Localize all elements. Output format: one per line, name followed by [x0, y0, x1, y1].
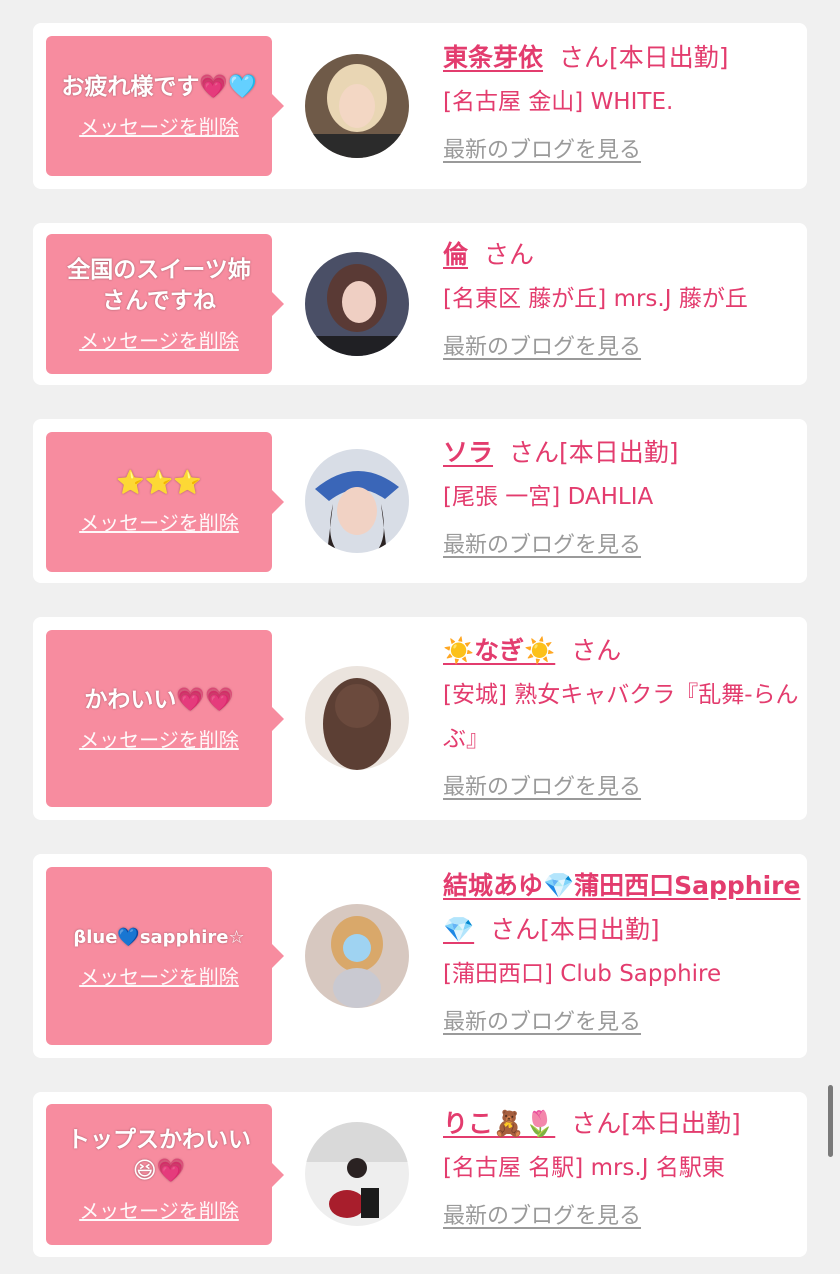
honorific: さん [571, 1109, 622, 1138]
latest-blog-link[interactable]: 最新のブログを見る [443, 769, 641, 801]
shop-info: [名古屋 名駅] mrs.J 名駅東 [443, 1155, 725, 1181]
message-text: お疲れ様です💗🩵 [61, 74, 257, 100]
cast-info: 東条芽依 さん[本日出勤] [名古屋 金山] WHITE. 最新のブログを見る [443, 36, 803, 164]
message-bubble: お疲れ様です💗🩵 メッセージを削除 [46, 36, 284, 176]
delete-message-link[interactable]: メッセージを削除 [79, 111, 239, 140]
shop-info: [尾張 一宮] DAHLIA [443, 484, 654, 510]
honorific: さん [559, 43, 610, 72]
shop-info: [蒲田西口] Club Sapphire [443, 961, 722, 987]
cast-name-link[interactable]: ソラ [443, 438, 493, 467]
message-card: 全国のスイーツ姉さんですね メッセージを削除 倫さん [名東区 藤が丘] mrs… [33, 223, 807, 385]
delete-message-link[interactable]: メッセージを削除 [79, 325, 239, 354]
message-text: 全国のスイーツ姉さんですね [67, 256, 251, 314]
cast-info: 倫さん [名東区 藤が丘] mrs.J 藤が丘 最新のブログを見る [443, 233, 803, 361]
delete-message-link[interactable]: メッセージを削除 [79, 1195, 239, 1224]
message-bubble: かわいい💗💗 メッセージを削除 [46, 630, 284, 807]
latest-blog-link[interactable]: 最新のブログを見る [443, 1198, 641, 1230]
latest-blog-link[interactable]: 最新のブログを見る [443, 1004, 641, 1036]
shop-info: [名古屋 金山] WHITE. [443, 89, 674, 115]
avatar[interactable] [305, 54, 409, 158]
message-card: かわいい💗💗 メッセージを削除 ☀️なぎ☀️ さん [安城] 熟女キャバクラ『乱舞… [33, 617, 807, 820]
cast-info: りこ🧸🌷 さん[本日出勤] [名古屋 名駅] mrs.J 名駅東 最新のブログを見… [443, 1102, 803, 1230]
honorific: さん [484, 240, 535, 269]
scrollbar[interactable] [828, 1085, 833, 1157]
honorific: さん [490, 915, 541, 944]
cast-info: 結城あゆ💎蒲田西口Sapphire💎 さん[本日出勤] [蒲田西口] Club S… [443, 864, 803, 1036]
latest-blog-link[interactable]: 最新のブログを見る [443, 132, 641, 164]
cast-name-link[interactable]: りこ🧸🌷 [443, 1109, 555, 1138]
message-card: βlue💙sapphire☆ メッセージを削除 結城あゆ💎蒲田西口Sapphir… [33, 854, 807, 1058]
message-card: お疲れ様です💗🩵 メッセージを削除 東条芽依 さん[本日出勤] [名古屋 金山] … [33, 23, 807, 189]
message-text: βlue💙sapphire☆ [73, 927, 245, 948]
shop-info: [安城] 熟女キャバクラ『乱舞-らんぶ』 [443, 682, 799, 752]
message-card: ⭐⭐⭐ メッセージを削除 ソラ さん[本日出勤] [尾張 一宮] DAHLIA 最… [33, 419, 807, 583]
cast-info: ☀️なぎ☀️ さん [安城] 熟女キャバクラ『乱舞-らんぶ』 最新のブログを見る [443, 629, 803, 801]
message-text: ⭐⭐⭐ [116, 470, 202, 496]
cast-name-link[interactable]: 東条芽依 [443, 43, 543, 72]
avatar[interactable] [305, 449, 409, 553]
message-bubble: トップスかわいい😆💗 メッセージを削除 [46, 1104, 284, 1245]
avatar[interactable] [305, 1122, 409, 1226]
cast-name-link[interactable]: 倫 [443, 240, 468, 269]
delete-message-link[interactable]: メッセージを削除 [79, 507, 239, 536]
avatar[interactable] [305, 252, 409, 356]
status-badge: [本日出勤] [621, 1109, 741, 1138]
cast-name-link[interactable]: ☀️なぎ☀️ [443, 636, 555, 665]
status-badge: [本日出勤] [540, 915, 660, 944]
latest-blog-link[interactable]: 最新のブログを見る [443, 527, 641, 559]
latest-blog-link[interactable]: 最新のブログを見る [443, 329, 641, 361]
message-bubble: 全国のスイーツ姉さんですね メッセージを削除 [46, 234, 284, 374]
delete-message-link[interactable]: メッセージを削除 [79, 961, 239, 990]
status-badge: [本日出勤] [609, 43, 729, 72]
cast-info: ソラ さん[本日出勤] [尾張 一宮] DAHLIA 最新のブログを見る [443, 431, 803, 559]
honorific: さん [509, 438, 560, 467]
message-bubble: βlue💙sapphire☆ メッセージを削除 [46, 867, 284, 1045]
message-text: トップスかわいい😆💗 [67, 1127, 251, 1184]
message-text: かわいい💗💗 [84, 686, 234, 713]
delete-message-link[interactable]: メッセージを削除 [79, 724, 239, 753]
message-bubble: ⭐⭐⭐ メッセージを削除 [46, 432, 284, 572]
shop-info: [名東区 藤が丘] mrs.J 藤が丘 [443, 286, 748, 312]
avatar[interactable] [305, 666, 409, 770]
avatar[interactable] [305, 904, 409, 1008]
status-badge: [本日出勤] [559, 438, 679, 467]
honorific: さん [571, 636, 622, 665]
message-card: トップスかわいい😆💗 メッセージを削除 りこ🧸🌷 さん[本日出勤] [名古屋 名駅… [33, 1092, 807, 1257]
